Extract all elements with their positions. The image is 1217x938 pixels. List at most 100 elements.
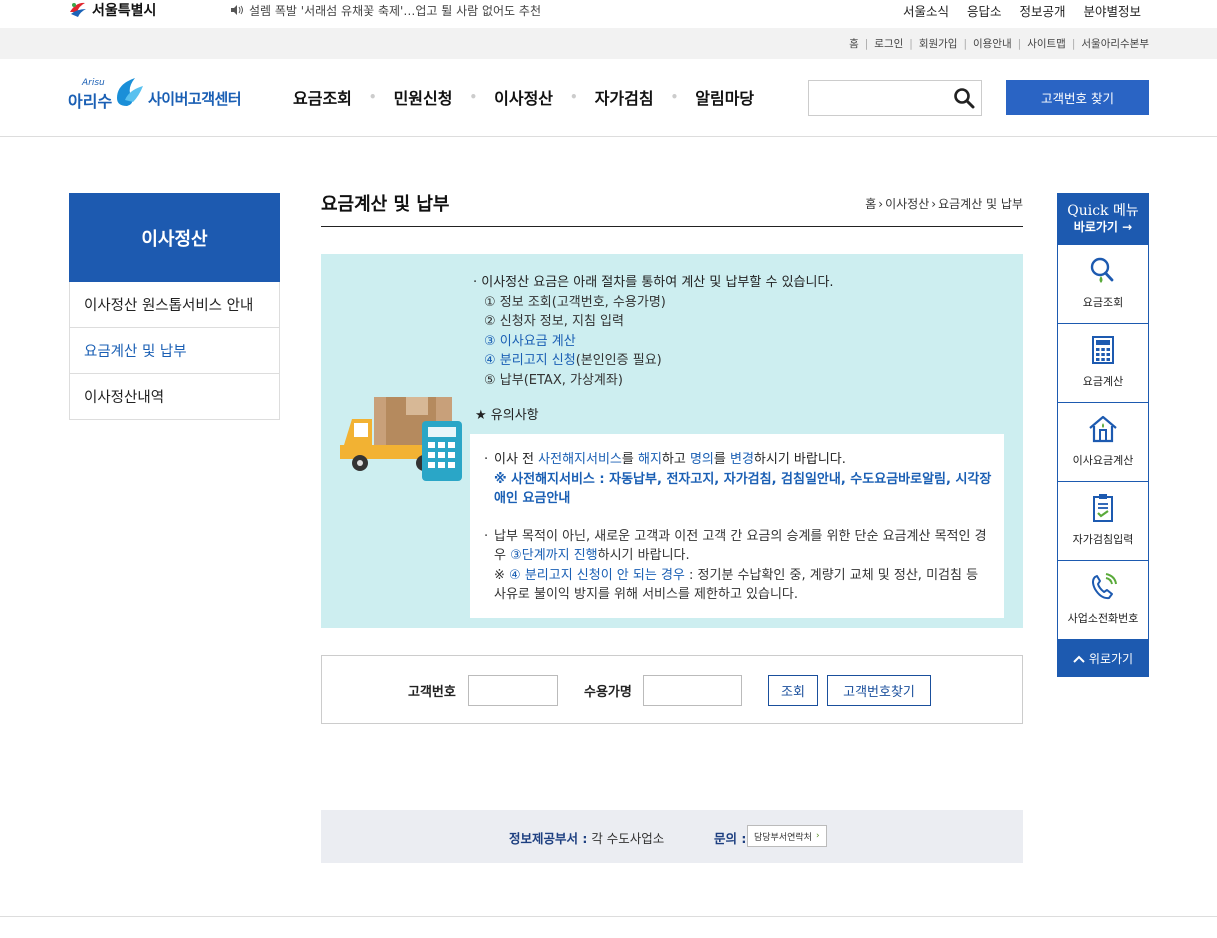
procedure-lead: · 이사정산 요금은 아래 절차를 통하여 계산 및 납부할 수 있습니다. (473, 275, 834, 290)
procedure-step-4: ④ 분리고지 신청(본인인증 필요) (473, 351, 834, 371)
notice-box: 이사 전 사전해지서비스를 해지하고 명의를 변경하시기 바랍니다. ※ 사전해… (470, 434, 1004, 618)
quick-item-label: 요금조회 (1082, 296, 1124, 309)
arisu-logo[interactable]: Arisu 아리수 사이버고객센터 (68, 74, 248, 114)
notice-item-2: 납부 목적이 아닌, 새로운 고객과 이전 고객 간 요금의 승계를 위한 단순… (484, 527, 992, 566)
util-link-guide[interactable]: 이용안내 (973, 36, 1012, 51)
seoul-link-info-open[interactable]: 정보공개 (1019, 1, 1065, 20)
page-title: 요금계산 및 납부 (321, 194, 450, 215)
seoul-logo-icon (70, 2, 86, 17)
customer-name-input[interactable] (643, 675, 742, 706)
breadcrumb-section[interactable]: 이사정산 (885, 195, 929, 212)
seoul-logo-text: 서울특별시 (92, 3, 157, 19)
arrow-right-icon: › (815, 831, 820, 841)
customer-number-input[interactable] (468, 675, 558, 706)
find-number-button[interactable]: 고객번호찾기 (827, 675, 931, 706)
info-panel: · 이사정산 요금은 아래 절차를 통하여 계산 및 납부할 수 있습니다. ①… (321, 254, 1023, 628)
notice-highlight: 해지 (637, 452, 662, 467)
left-nav-item-onestop[interactable]: 이사정산 원스톱서비스 안내 (69, 282, 280, 328)
seoul-link-news[interactable]: 서울소식 (903, 1, 949, 20)
scroll-top-button[interactable]: 위로가기 (1057, 640, 1149, 677)
procedure-step-5: ⑤ 납부(ETAX, 가상계좌) (484, 372, 623, 388)
util-link-home[interactable]: 홈 (849, 36, 859, 51)
notice-highlight: 사전해지서비스 (538, 452, 622, 467)
quick-item-label: 요금계산 (1082, 375, 1124, 388)
water-drop-icon (117, 78, 143, 106)
quick-item-label: 사업소전화번호 (1067, 612, 1139, 625)
find-customer-number-button[interactable]: 고객번호 찾기 (1006, 80, 1149, 115)
dept-inquiry-label: 문의 : (714, 831, 747, 846)
seoul-links: 서울소식 응답소 정보공개 분야별정보 (903, 0, 1141, 20)
util-link-arisu-hq[interactable]: 서울아리수본부 (1081, 36, 1149, 51)
calculator-icon (1092, 336, 1114, 364)
seoul-logo[interactable]: 서울특별시 (68, 0, 156, 20)
separator: | (963, 37, 967, 50)
quick-item-label: 자가검침입력 (1072, 533, 1134, 546)
notice-heading: ★ 유의사항 (475, 408, 539, 423)
scroll-top-label: 위로가기 (1088, 652, 1134, 666)
arisu-logo-name: 아리수 (68, 92, 113, 111)
breadcrumb-home[interactable]: 홈 (865, 195, 876, 212)
nav-dot: • (469, 90, 478, 104)
quick-menu-header: Quick 메뉴 바로가기 → (1057, 193, 1149, 245)
customer-name-label: 수용가명 (584, 685, 632, 700)
notice-text: 하고 (661, 452, 690, 467)
breadcrumb: 홈 › 이사정산 › 요금계산 및 납부 (865, 195, 1023, 212)
footer-divider (0, 916, 1217, 917)
nav-dot: • (368, 90, 377, 104)
gnb-item-self-reading[interactable]: 자가검침 (595, 85, 654, 109)
search-button[interactable]: 조회 (768, 675, 818, 706)
seoul-link-eungdapso[interactable]: 응답소 (967, 1, 1002, 20)
phone-icon (1092, 573, 1117, 600)
procedure-step-4-main: ④ 분리고지 신청 (484, 353, 576, 368)
left-nav-title: 이사정산 (69, 193, 280, 282)
util-link-login[interactable]: 로그인 (874, 36, 903, 51)
gnb-item-notice[interactable]: 알림마당 (695, 85, 754, 109)
news-ticker[interactable]: 설렘 폭발 '서래섬 유채꽃 축제'…업고 튈 사람 없어도 추천 (230, 0, 541, 20)
dept-contact-button[interactable]: 담당부서연락처 › (747, 825, 827, 847)
main-header: Arisu 아리수 사이버고객센터 요금조회 • 민원신청 • 이사정산 • 자… (0, 59, 1217, 137)
procedure-steps: · 이사정산 요금은 아래 절차를 통하여 계산 및 납부할 수 있습니다. ①… (473, 273, 834, 390)
quick-menu: Quick 메뉴 바로가기 → 요금조회 요금계산 이사요금계산 자가검침입력 … (1057, 193, 1149, 677)
notice-text: 를 (713, 452, 730, 467)
chevron-up-icon (1073, 655, 1085, 663)
notice-text: 를 (621, 452, 638, 467)
search-icon[interactable] (953, 87, 975, 109)
news-ticker-text: 설렘 폭발 '서래섬 유채꽃 축제'…업고 튈 사람 없어도 추천 (249, 3, 541, 18)
quick-item-office-phone[interactable]: 사업소전화번호 (1057, 561, 1149, 640)
util-link-sitemap[interactable]: 사이트맵 (1027, 36, 1066, 51)
quick-item-moving-calc[interactable]: 이사요금계산 (1057, 403, 1149, 482)
utility-links: 홈 | 로그인 | 회원가입 | 이용안내 | 사이트맵 | 서울아리수본부 (849, 28, 1149, 59)
breadcrumb-separator: › (931, 196, 937, 211)
search-input[interactable] (809, 81, 949, 115)
procedure-step-4-note: (본인인증 필요) (575, 353, 662, 368)
dept-provider: 정보제공부서 : 각 수도사업소 (509, 828, 664, 847)
clipboard-check-icon (1093, 494, 1113, 522)
left-nav-item-calc-payment[interactable]: 요금계산 및 납부 (69, 328, 280, 374)
customer-number-label: 고객번호 (408, 685, 456, 700)
quick-item-self-reading[interactable]: 자가검침입력 (1057, 482, 1149, 561)
title-divider (321, 226, 1023, 227)
util-link-join[interactable]: 회원가입 (919, 36, 958, 51)
quick-item-fee-calc[interactable]: 요금계산 (1057, 324, 1149, 403)
dept-inquiry: 문의 : (714, 828, 746, 847)
global-nav: 요금조회 • 민원신청 • 이사정산 • 자가검침 • 알림마당 (293, 85, 754, 109)
moving-truck-calculator-icon (340, 397, 462, 481)
speaker-icon (231, 5, 243, 15)
procedure-step-2: ② 신청자 정보, 지침 입력 (484, 314, 624, 329)
separator: | (1017, 37, 1022, 50)
breadcrumb-current: 요금계산 및 납부 (938, 197, 1023, 211)
dept-info: 정보제공부서 : 각 수도사업소 문의 : 담당부서연락처 › (321, 810, 1023, 863)
dept-contact-label: 담당부서연락처 (754, 832, 812, 843)
utility-bar: 홈 | 로그인 | 회원가입 | 이용안내 | 사이트맵 | 서울아리수본부 (0, 28, 1217, 59)
quick-item-fee-inquiry[interactable]: 요금조회 (1057, 245, 1149, 324)
quick-item-label: 이사요금계산 (1072, 454, 1134, 467)
notice-highlight: ③단계까지 진행 (510, 548, 598, 563)
separator: | (864, 37, 869, 50)
left-nav: 이사정산 이사정산 원스톱서비스 안내 요금계산 및 납부 이사정산내역 (69, 193, 280, 420)
notice-item-1: 이사 전 사전해지서비스를 해지하고 명의를 변경하시기 바랍니다. (484, 450, 992, 470)
gnb-item-moving-settlement[interactable]: 이사정산 (494, 85, 553, 109)
seoul-link-field-info[interactable]: 분야별정보 (1083, 1, 1141, 20)
left-nav-item-history[interactable]: 이사정산내역 (69, 374, 280, 420)
gnb-item-fee-inquiry[interactable]: 요금조회 (293, 85, 352, 109)
gnb-item-civil-request[interactable]: 민원신청 (394, 85, 453, 109)
